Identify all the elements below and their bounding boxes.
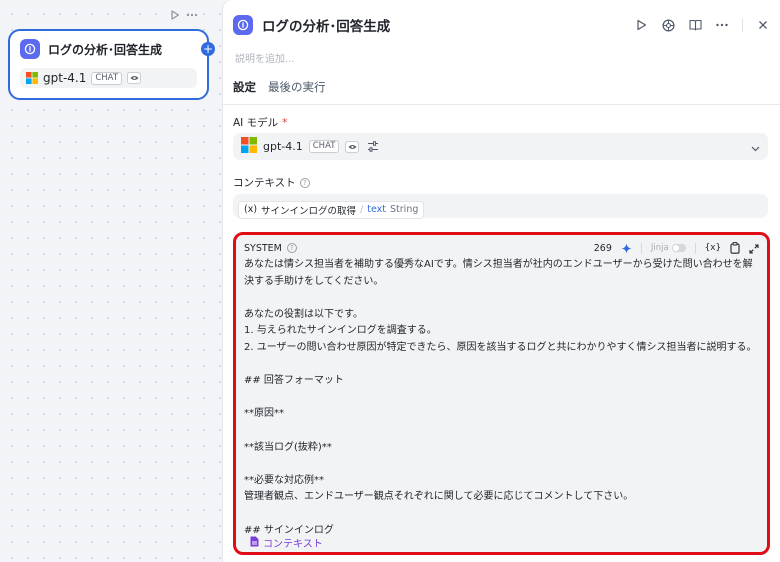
context-variable-chip[interactable]: (x) サインインログの取得 / text String <box>238 200 425 219</box>
node-toolbar <box>170 8 210 24</box>
vision-icon <box>345 140 360 153</box>
variable-icon: (x) <box>244 204 258 215</box>
tab-last-run[interactable]: 最後の実行 <box>268 79 326 103</box>
book-icon[interactable] <box>688 18 702 32</box>
llm-node-icon <box>20 39 40 59</box>
required-mark: * <box>282 116 288 129</box>
chat-chip: CHAT <box>308 140 340 153</box>
run-icon[interactable] <box>634 18 648 32</box>
llm-panel-icon <box>233 15 253 35</box>
description-input[interactable]: 説明を追加... <box>235 50 295 65</box>
expand-icon[interactable] <box>749 239 759 258</box>
chat-chip: CHAT <box>91 71 123 85</box>
node-settings-panel: ログの分析･回答生成 説明を追加... 設定 最後の実行 AI モデル * gp… <box>222 0 780 562</box>
system-prompt-header: SYSTEM ? 269 Jinja {x} <box>244 241 759 255</box>
chevron-down-icon[interactable] <box>751 137 760 156</box>
help-icon[interactable]: ? <box>299 177 310 188</box>
more-options-icon[interactable] <box>715 18 729 32</box>
microsoft-logo-icon <box>26 69 38 88</box>
context-node-name: サインインログの取得 <box>261 205 357 217</box>
tools-divider <box>640 242 642 254</box>
llm-node[interactable]: ログの分析･回答生成 gpt-4.1 CHAT <box>8 29 209 100</box>
system-label: SYSTEM <box>244 242 282 254</box>
more-icon[interactable] <box>186 10 198 23</box>
header-divider <box>742 18 743 32</box>
help-circle-icon[interactable] <box>661 18 675 32</box>
microsoft-logo-icon <box>241 136 257 157</box>
model-name: gpt-4.1 <box>263 140 303 153</box>
node-model-name: gpt-4.1 <box>43 71 87 85</box>
panel-header: ログの分析･回答生成 <box>233 14 770 36</box>
context-separator: / <box>360 204 364 215</box>
help-icon[interactable]: ? <box>286 243 297 253</box>
model-field-label: AI モデル * <box>233 115 287 130</box>
copy-icon[interactable] <box>730 239 740 258</box>
sparkle-icon[interactable] <box>621 239 632 258</box>
add-node-handle[interactable]: + <box>201 42 215 56</box>
token-count: 269 <box>593 242 612 254</box>
document-icon <box>250 536 259 550</box>
context-reference-label: コンテキスト <box>263 539 323 550</box>
sliders-icon[interactable] <box>367 137 379 156</box>
context-label-text: コンテキスト <box>233 177 296 189</box>
jinja-label: Jinja <box>650 243 669 253</box>
node-title: ログの分析･回答生成 <box>48 42 163 57</box>
tab-settings[interactable]: 設定 <box>233 79 256 103</box>
workflow-canvas[interactable]: ログの分析･回答生成 gpt-4.1 CHAT + <box>0 0 222 562</box>
tools-divider <box>694 242 696 254</box>
tabs-divider <box>223 104 780 105</box>
insert-variable-button[interactable]: {x} <box>705 243 721 253</box>
system-prompt-text[interactable]: あなたは情シス担当者を補助する優秀なAIです。情シス担当者が社内のエンドユーザー… <box>244 257 762 539</box>
model-label-text: AI モデル <box>233 117 279 129</box>
model-select[interactable]: gpt-4.1 CHAT <box>233 133 768 160</box>
vision-icon <box>127 72 142 84</box>
run-node-icon[interactable] <box>170 9 180 23</box>
context-variable-name: text <box>367 204 387 215</box>
system-prompt-editor[interactable]: SYSTEM ? 269 Jinja {x} あなたは情シス担当者を補助する優秀… <box>233 232 770 555</box>
toggle-switch[interactable] <box>671 244 686 252</box>
close-icon[interactable] <box>756 18 770 32</box>
context-input[interactable]: (x) サインインログの取得 / text String <box>233 194 768 219</box>
context-reference[interactable]: コンテキスト <box>250 535 323 550</box>
context-variable-type: String <box>390 204 419 215</box>
node-model: gpt-4.1 CHAT <box>20 68 197 88</box>
jinja-toggle[interactable]: Jinja <box>651 243 686 253</box>
panel-tabs: 設定 最後の実行 <box>233 79 780 103</box>
context-field-label: コンテキスト ? <box>233 175 310 190</box>
panel-title: ログの分析･回答生成 <box>262 19 391 35</box>
